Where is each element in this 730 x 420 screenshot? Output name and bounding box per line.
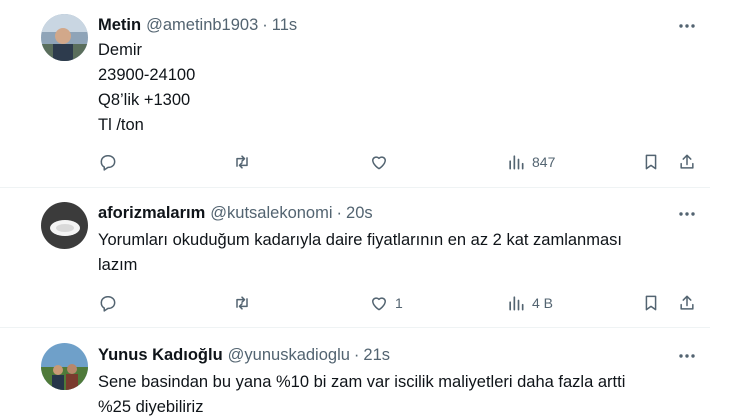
tweet-text-line: lazım <box>98 256 138 274</box>
bookmark-icon <box>645 295 657 311</box>
tweet-text-line: Q8’lik +1300 <box>98 91 191 109</box>
like-icon <box>372 156 386 170</box>
views-count: 4 B <box>532 295 554 311</box>
share-icon <box>680 154 694 169</box>
tweet-text-line: %25 diyebiliriz <box>98 398 204 416</box>
tweet-text-line: Sene basindan bu yana %10 bi zam var isc… <box>98 373 626 391</box>
more-icon <box>679 354 695 358</box>
more-options-button[interactable] <box>676 345 698 367</box>
tweet-header: Metin @ametinb1903 · 11s <box>98 14 297 36</box>
timeline-feed: Metin @ametinb1903 · 11s Demir 23900-241… <box>0 0 730 420</box>
separator-dot: · <box>262 15 268 34</box>
avatar[interactable] <box>41 202 88 249</box>
bookmark-button[interactable] <box>641 149 661 175</box>
tweet-text-line: Demir <box>98 41 142 59</box>
bookmark-button[interactable] <box>641 290 661 316</box>
tweet-text: Sene basindan bu yana %10 bi zam var isc… <box>98 370 625 420</box>
tweet-text-line: Tl /ton <box>98 116 144 134</box>
display-name[interactable]: aforizmalarım <box>98 204 205 223</box>
avatar[interactable] <box>41 343 88 390</box>
repost-icon <box>236 155 248 169</box>
tweet-text: Demir 23900-24100 Q8’lik +1300 Tl /ton <box>98 38 195 138</box>
user-handle[interactable]: @ametinb1903 <box>146 16 258 35</box>
timestamp[interactable]: 11s <box>272 16 297 35</box>
more-options-button[interactable] <box>676 203 698 225</box>
tweet-text-line: Yorumları okuduğum kadarıyla daire fiyat… <box>98 231 622 249</box>
share-icon <box>680 295 694 310</box>
reply-icon <box>100 296 116 312</box>
views-button[interactable]: 847 <box>506 149 555 175</box>
more-icon <box>679 212 695 216</box>
timestamp[interactable]: 20s <box>346 204 373 223</box>
avatar[interactable] <box>41 14 88 61</box>
more-icon <box>679 24 695 28</box>
separator-dot: · <box>353 345 360 364</box>
repost-button[interactable] <box>232 290 252 316</box>
like-icon <box>372 297 386 311</box>
tweet-text: Yorumları okuduğum kadarıyla daire fiyat… <box>98 228 622 278</box>
repost-button[interactable] <box>232 149 252 175</box>
tweet[interactable]: Yunus Kadıoğlu @yunuskadioglu · 21s Sene… <box>0 328 730 420</box>
reply-button[interactable] <box>98 290 118 316</box>
like-button[interactable] <box>369 149 395 175</box>
views-count: 847 <box>532 154 556 170</box>
more-options-button[interactable] <box>676 15 698 37</box>
like-count: 1 <box>395 295 403 311</box>
views-icon <box>509 296 524 311</box>
timestamp[interactable]: 21s <box>363 346 390 365</box>
reply-button[interactable] <box>98 149 118 175</box>
tweet-header: aforizmalarım @kutsalekonomi · 20s <box>98 202 373 224</box>
like-button[interactable]: 1 <box>369 290 403 316</box>
tweet-header: Yunus Kadıoğlu @yunuskadioglu · 21s <box>98 344 390 366</box>
reply-icon <box>100 155 116 171</box>
tweet-text-line: 23900-24100 <box>98 66 196 84</box>
share-button[interactable] <box>677 290 697 316</box>
display-name[interactable]: Yunus Kadıoğlu <box>98 346 223 365</box>
views-icon <box>509 155 524 170</box>
separator-dot: · <box>336 203 343 222</box>
tweet-actions: 1 4 B <box>0 290 730 316</box>
tweet-actions: 847 <box>0 149 730 175</box>
tweet[interactable]: aforizmalarım @kutsalekonomi · 20s Yorum… <box>0 188 730 328</box>
views-button[interactable]: 4 B <box>506 290 553 316</box>
share-button[interactable] <box>677 149 697 175</box>
repost-icon <box>236 296 248 310</box>
bookmark-icon <box>645 154 657 170</box>
user-handle[interactable]: @yunuskadioglu <box>228 346 350 365</box>
user-handle[interactable]: @kutsalekonomi <box>210 204 332 223</box>
tweet[interactable]: Metin @ametinb1903 · 11s Demir 23900-241… <box>0 0 730 188</box>
display-name[interactable]: Metin <box>98 16 141 35</box>
